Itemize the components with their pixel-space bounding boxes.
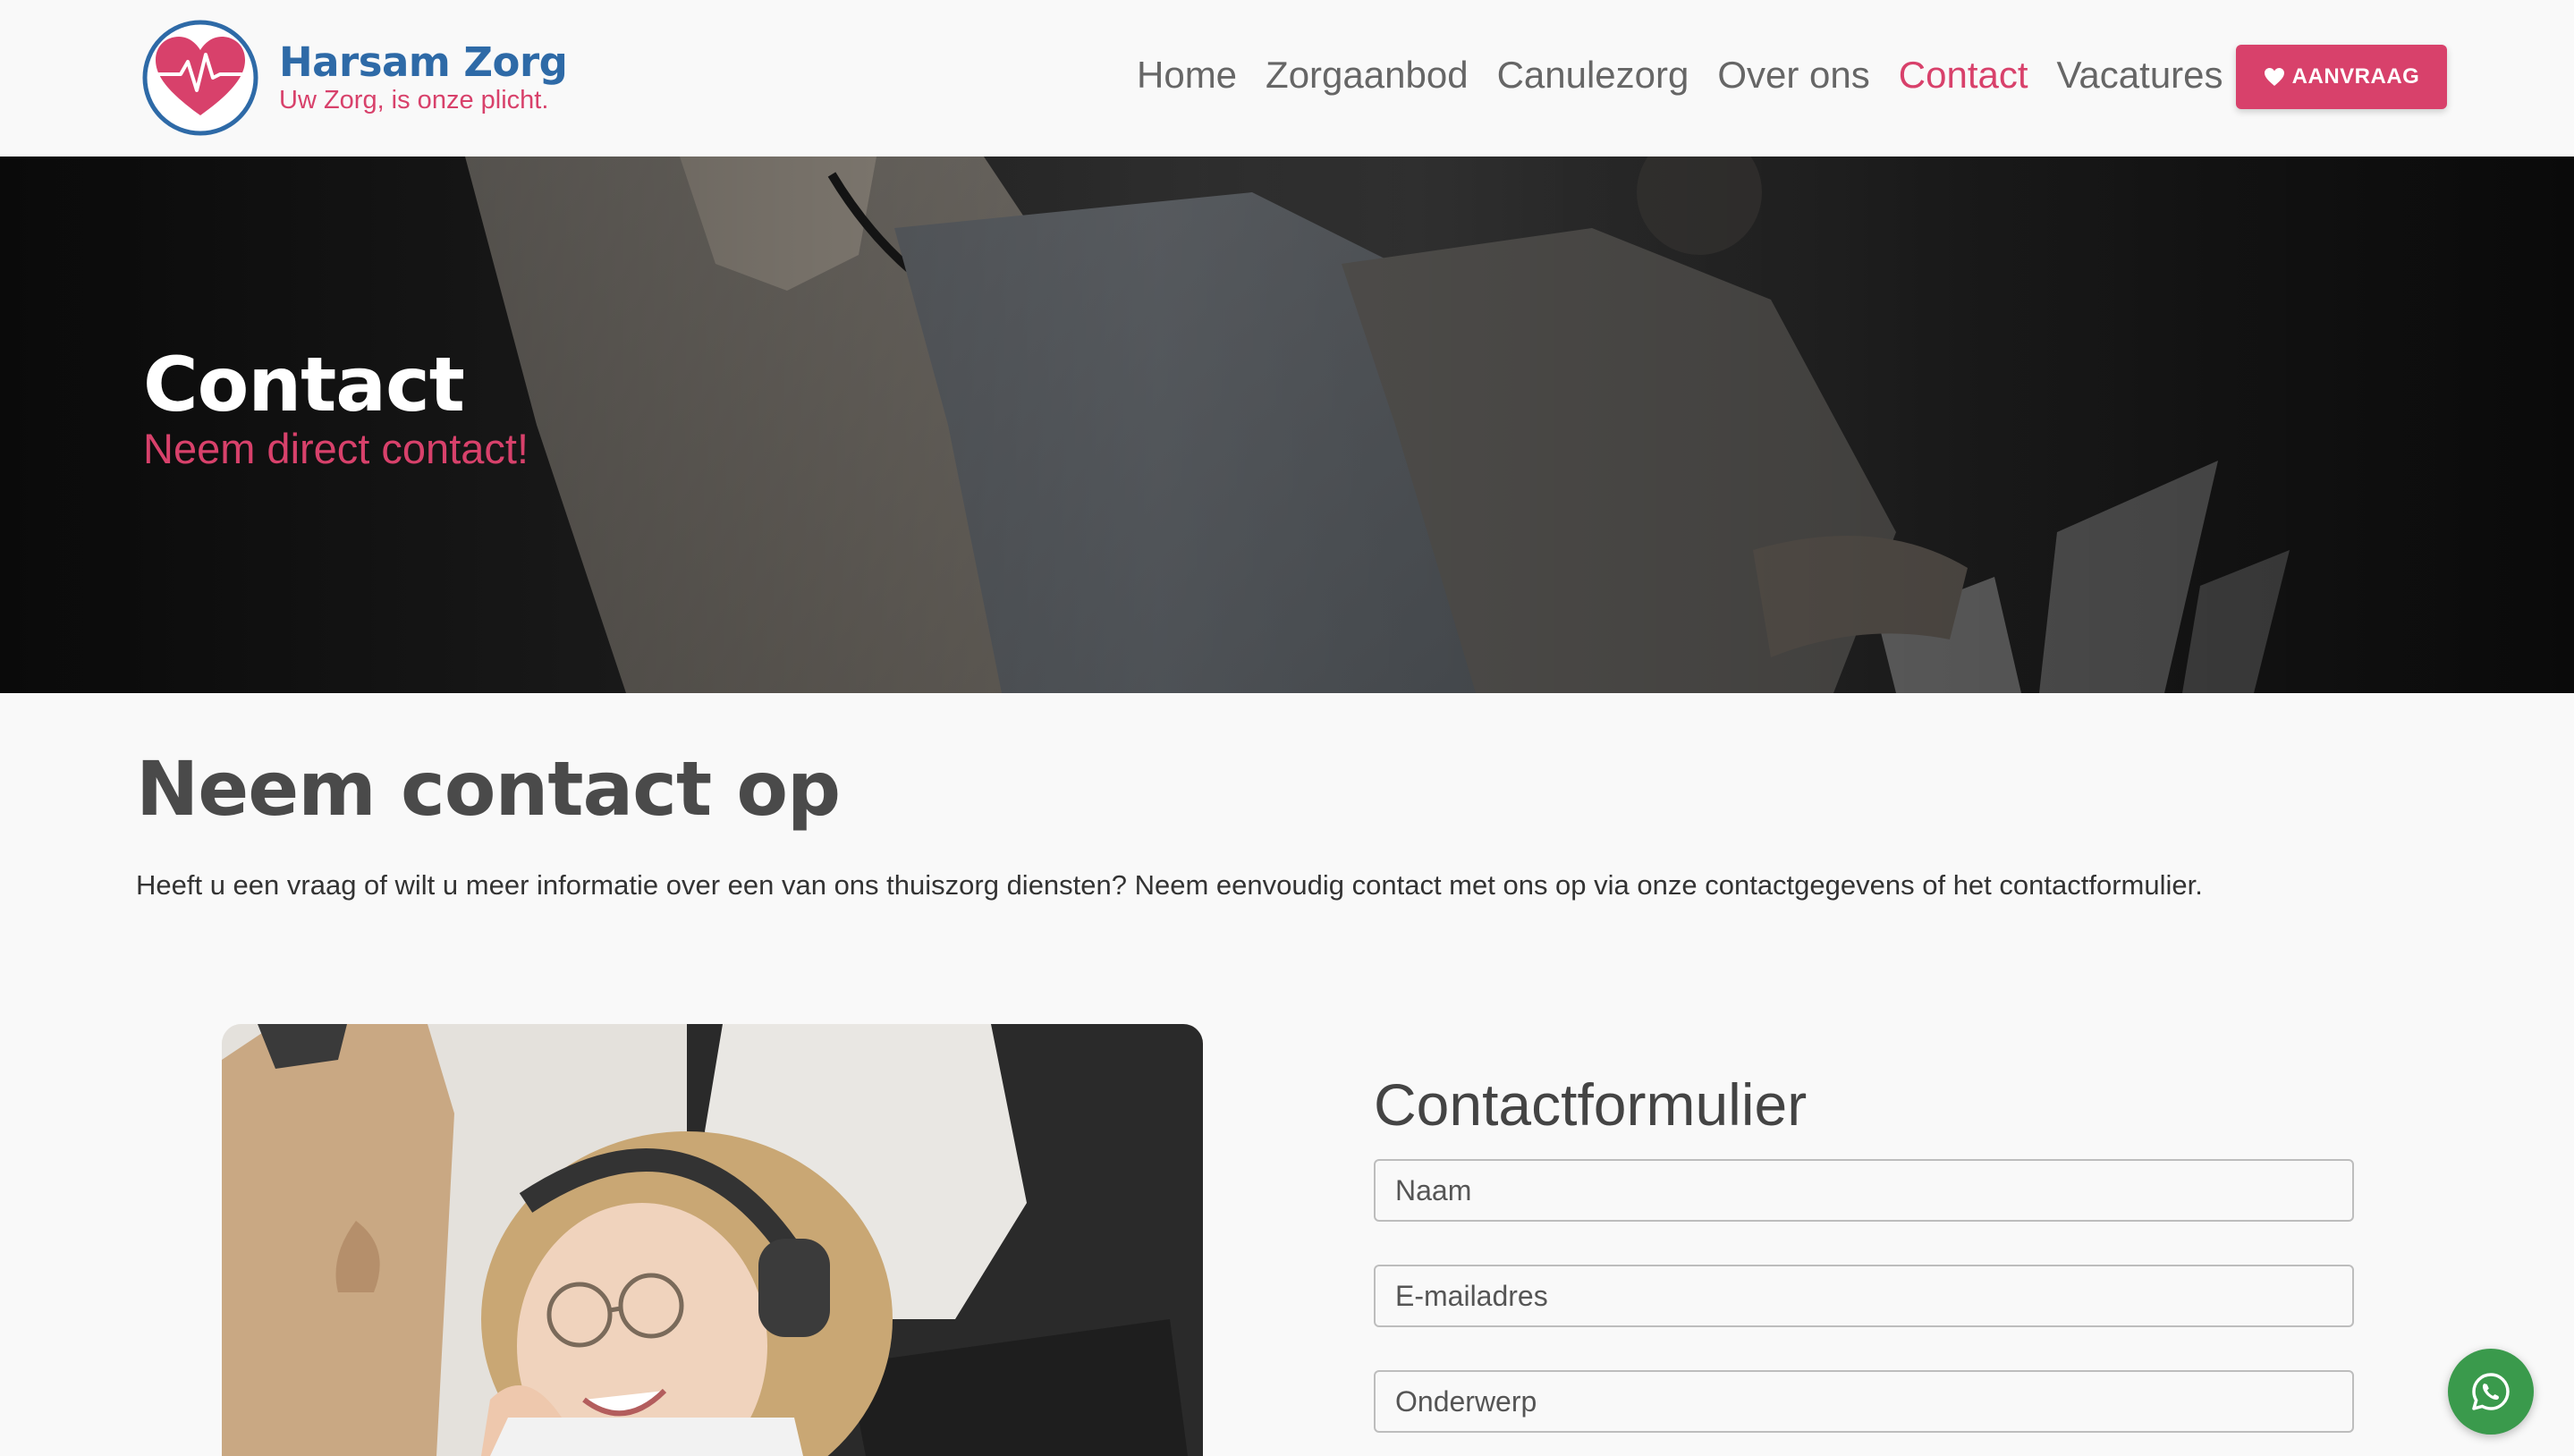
- aanvraag-button[interactable]: AANVRAAG: [2236, 45, 2447, 109]
- brand-name: Harsam Zorg: [279, 38, 568, 86]
- nav-home[interactable]: Home: [1137, 49, 1237, 101]
- brand-tagline: Uw Zorg, is onze plicht.: [279, 86, 549, 114]
- section-intro-text: Heeft u een vraag of wilt u meer informa…: [136, 869, 2203, 901]
- nav-contact[interactable]: Contact: [1899, 49, 2028, 101]
- nav-vacatures[interactable]: Vacatures: [2057, 49, 2223, 101]
- main-nav: Home Zorgaanbod Canulezorg Over ons Cont…: [1137, 49, 2252, 101]
- nav-over-ons[interactable]: Over ons: [1717, 49, 1869, 101]
- logo-text: Harsam Zorg Uw Zorg, is onze plicht.: [279, 38, 568, 115]
- subject-field[interactable]: [1374, 1370, 2354, 1433]
- contact-photo: [222, 1024, 1203, 1456]
- hero-banner: Contact Neem direct contact!: [0, 157, 2574, 693]
- hero-title: Contact: [143, 341, 465, 428]
- email-field[interactable]: [1374, 1265, 2354, 1327]
- whatsapp-button[interactable]: [2448, 1349, 2534, 1435]
- heart-icon: [2264, 68, 2284, 86]
- heart-pulse-icon: [142, 20, 258, 136]
- hero-subtitle: Neem direct contact!: [143, 425, 529, 472]
- woman-headset-image: [222, 1024, 1203, 1456]
- whatsapp-icon: [2472, 1373, 2510, 1410]
- aanvraag-label: AANVRAAG: [2291, 64, 2420, 89]
- contact-form-title: Contactformulier: [1374, 1071, 1808, 1138]
- section-title: Neem contact op: [136, 745, 841, 833]
- logo[interactable]: Harsam Zorg Uw Zorg, is onze plicht.: [141, 19, 568, 137]
- nav-zorgaanbod[interactable]: Zorgaanbod: [1266, 49, 1469, 101]
- nav-canulezorg[interactable]: Canulezorg: [1497, 49, 1689, 101]
- site-header: Harsam Zorg Uw Zorg, is onze plicht. Hom…: [0, 0, 2574, 157]
- name-field[interactable]: [1374, 1159, 2354, 1222]
